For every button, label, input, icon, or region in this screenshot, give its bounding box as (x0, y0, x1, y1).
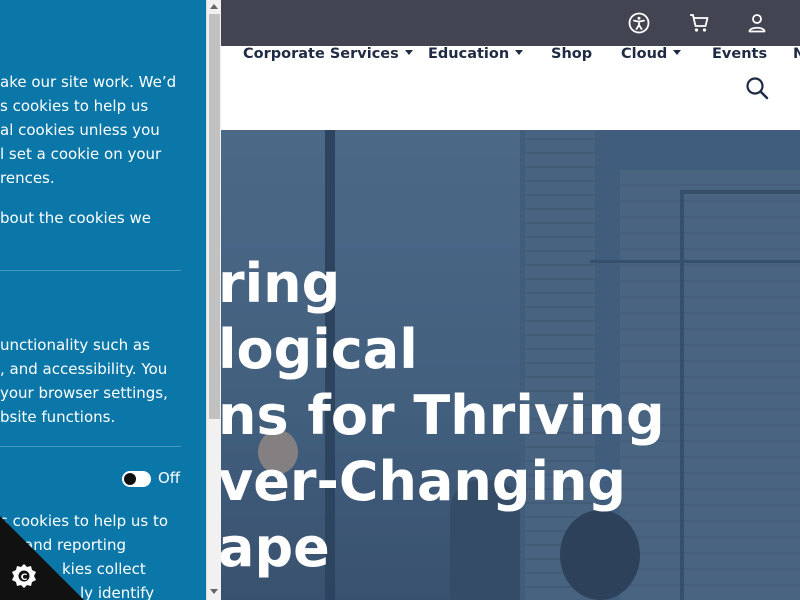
chevron-down-icon (515, 49, 524, 55)
cookie-settings-icon[interactable]: C (0, 516, 84, 600)
nav-item-cloud[interactable]: Cloud (621, 46, 682, 62)
nav-item-events[interactable]: Events (712, 46, 767, 62)
cookie-intro-text: l set a cookie on your (0, 145, 162, 163)
cookie-intro-text: s cookies to help us (0, 97, 149, 115)
scroll-down-arrow[interactable] (210, 589, 218, 594)
hero-headline-line: logical (218, 318, 418, 381)
nav-item-shop[interactable]: Shop (551, 46, 592, 62)
accessibility-icon[interactable] (627, 11, 651, 35)
cookie-intro-text: al cookies unless you (0, 121, 160, 139)
divider (0, 446, 181, 447)
user-icon[interactable] (745, 11, 769, 35)
toggle-knob (124, 473, 136, 485)
scroll-up-arrow[interactable] (210, 4, 218, 9)
divider (0, 270, 181, 271)
svg-text:C: C (21, 573, 28, 583)
nav-item-more[interactable]: N (793, 46, 800, 62)
necessary-cookies-text: unctionality such as (0, 336, 150, 354)
hero-headline-line: ns for Thriving (218, 384, 665, 447)
nav-item-corporate-services[interactable]: Corporate Services (243, 46, 413, 62)
necessary-cookies-text: your browser settings, (0, 384, 168, 402)
nav-item-education[interactable]: Education (428, 46, 524, 62)
cart-icon[interactable] (687, 11, 711, 35)
hero-headline-line: ape (218, 516, 330, 579)
hero-headline-line: ver-Changing (218, 450, 627, 513)
scrollbar-thumb[interactable] (209, 14, 220, 419)
nav-item-label: Events (712, 46, 768, 62)
analytics-cookies-toggle[interactable] (122, 471, 151, 487)
page: Corporate Services Education Shop Cloud … (0, 0, 800, 600)
nav-item-label: N (793, 46, 800, 62)
cookie-intro-text: ake our site work. We’d (0, 73, 177, 91)
chevron-down-icon (673, 49, 682, 55)
search-icon[interactable] (745, 76, 769, 100)
nav-item-label: Cloud (621, 46, 668, 62)
analytics-cookies-text: ly identify (80, 584, 155, 600)
cookie-about-link[interactable]: bout the cookies we (0, 206, 151, 230)
cookie-consent-panel: ake our site work. We’d s cookies to hel… (0, 0, 206, 600)
chevron-down-icon (404, 49, 413, 55)
nav-item-label: Corporate Services (243, 46, 399, 62)
nav-item-label: Shop (551, 46, 593, 62)
hero-headline-line: ring (218, 252, 341, 315)
necessary-cookies-text: , and accessibility. You (0, 360, 168, 378)
necessary-cookies-text: bsite functions. (0, 408, 116, 426)
panel-scrollbar[interactable] (206, 0, 221, 600)
cookie-intro-text: rences. (0, 169, 55, 187)
nav-item-label: Education (428, 46, 510, 62)
toggle-state-label: Off (158, 469, 181, 487)
